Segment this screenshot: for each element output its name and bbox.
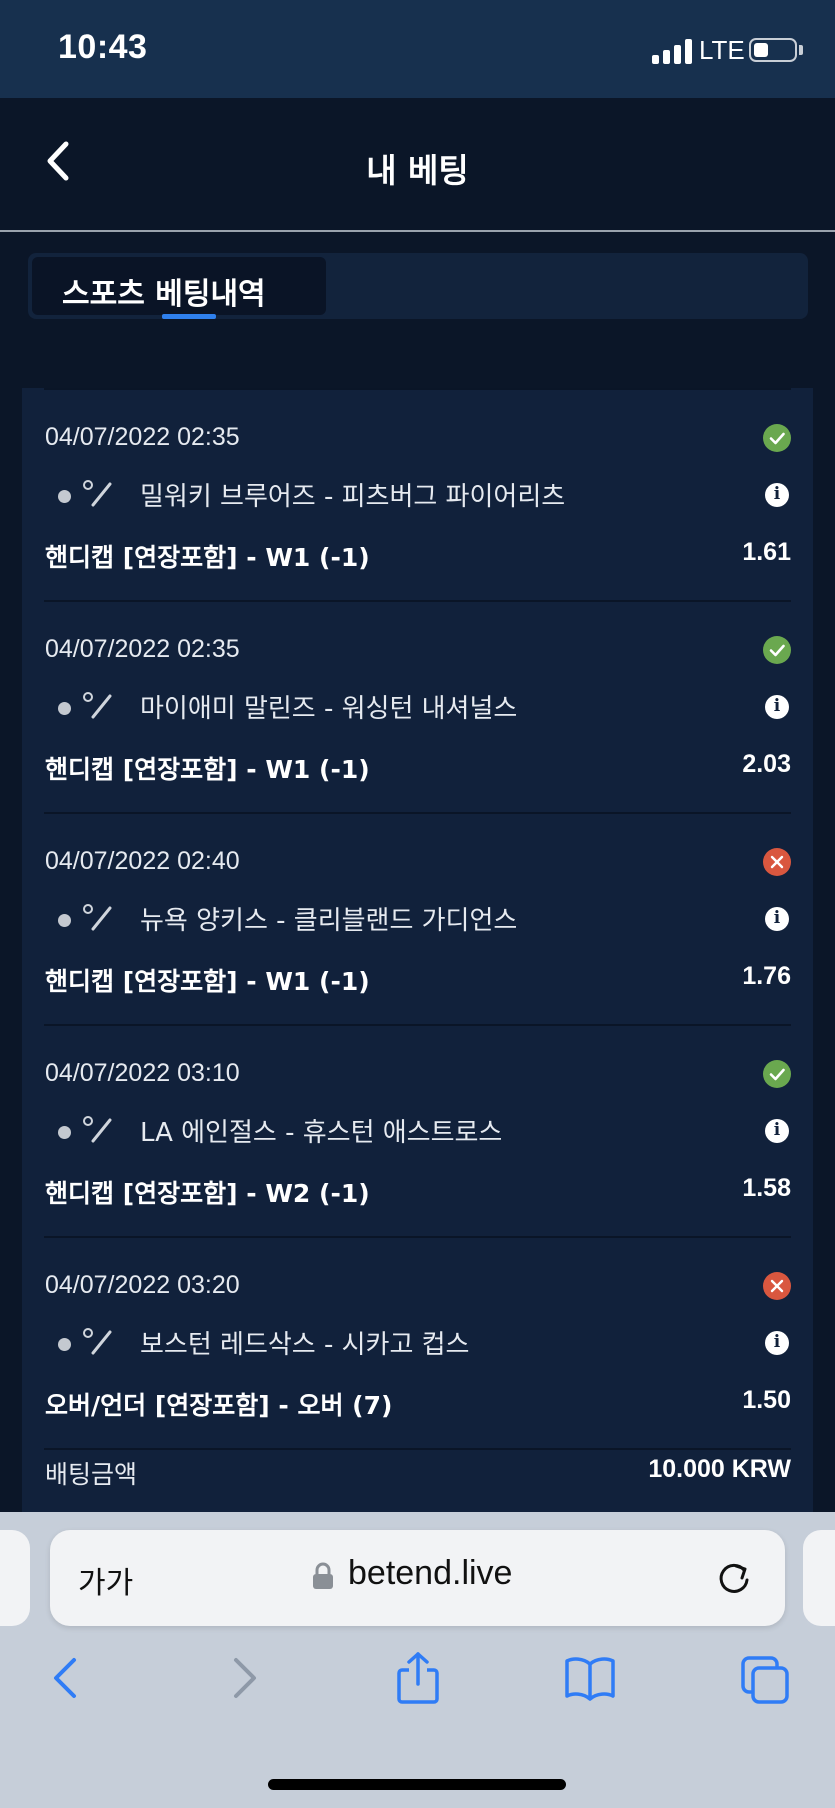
tab-sports-bet-history[interactable]: 스포츠 베팅내역 (32, 257, 326, 319)
bet-market: 핸디캡 [연장포함] - W1 (-1) (45, 543, 370, 572)
bet-item[interactable]: 04/07/2022 03:10 LA 에인절스 - 휴스턴 애스트로스 i 핸디캡 … (22, 1024, 813, 1236)
browser-toolbar: 가가 betend.live (0, 1512, 835, 1808)
tab-active-indicator (162, 314, 216, 319)
live-dot (58, 914, 71, 927)
bet-market: 핸디캡 [연장포함] - W2 (-1) (45, 1179, 370, 1208)
lock-icon (313, 1562, 333, 1589)
bet-date: 04/07/2022 02:35 (45, 635, 240, 663)
network-label: LTE (699, 35, 745, 65)
live-dot (58, 1126, 71, 1139)
stake-label: 배팅금액 (45, 1460, 138, 1489)
check-circle-icon (763, 636, 791, 664)
x-circle-icon (763, 1272, 791, 1300)
browser-back-icon[interactable] (40, 1652, 90, 1704)
share-icon[interactable] (393, 1652, 443, 1704)
live-dot (58, 1338, 71, 1351)
bet-divider (44, 388, 791, 390)
match-name: LA 에인절스 - 휴스턴 애스트로스 (140, 1118, 503, 1148)
info-icon[interactable]: i (765, 483, 789, 507)
tabs-bar: 스포츠 베팅내역 (28, 253, 808, 319)
signal-icon (652, 38, 694, 64)
bookmarks-icon[interactable] (565, 1652, 615, 1704)
stake-value: 10.000 KRW (648, 1455, 791, 1483)
home-indicator (268, 1779, 566, 1790)
match-name: 밀워키 브루어즈 - 피츠버그 파이어리츠 (140, 482, 566, 512)
battery-icon (749, 38, 797, 62)
baseball-icon (83, 480, 112, 507)
page-title: 내 베팅 (366, 151, 469, 190)
live-dot (58, 702, 71, 715)
bet-odds: 1.50 (742, 1386, 791, 1414)
bet-date: 04/07/2022 02:40 (45, 847, 240, 875)
check-circle-icon (763, 424, 791, 452)
live-dot (58, 490, 71, 503)
text-size-button[interactable]: 가가 (78, 1558, 133, 1602)
battery-tip (799, 45, 803, 55)
reload-icon[interactable] (714, 1558, 754, 1598)
bet-odds: 1.76 (742, 962, 791, 990)
baseball-icon (83, 692, 112, 719)
bet-list-panel: 04/07/2022 02:35 밀워키 브루어즈 - 피츠버그 파이어리츠 i 핸디… (22, 388, 813, 1512)
match-name: 마이애미 말린즈 - 워싱턴 내셔널스 (140, 694, 518, 724)
bet-divider (44, 1448, 791, 1450)
bet-odds: 2.03 (742, 750, 791, 778)
bet-divider (44, 812, 791, 814)
bet-market: 오버/언더 [연장포함] - 오버 (7) (45, 1391, 393, 1420)
match-name: 보스턴 레드삭스 - 시카고 컵스 (140, 1330, 470, 1360)
match-name: 뉴욕 양키스 - 클리블랜드 가디언스 (140, 906, 518, 936)
tab-label: 스포츠 베팅내역 (62, 277, 266, 312)
baseball-icon (83, 1116, 112, 1143)
bet-date: 04/07/2022 02:35 (45, 423, 240, 451)
bet-date: 04/07/2022 03:10 (45, 1059, 240, 1087)
page-header: 내 베팅 (0, 98, 835, 232)
tabs-icon[interactable] (741, 1652, 791, 1704)
bet-market: 핸디캡 [연장포함] - W1 (-1) (45, 967, 370, 996)
bet-divider (44, 1236, 791, 1238)
check-circle-icon (763, 1060, 791, 1088)
bet-item[interactable]: 04/07/2022 03:20 보스턴 레드삭스 - 시카고 컵스 i 오버/언더 … (22, 1236, 813, 1448)
address-bar[interactable]: 가가 betend.live (50, 1530, 785, 1626)
bet-item[interactable]: 04/07/2022 02:35 마이애미 말린즈 - 워싱턴 내셔널스 i 핸디캡 … (22, 600, 813, 812)
baseball-icon (83, 1328, 112, 1355)
bet-date: 04/07/2022 03:20 (45, 1271, 240, 1299)
baseball-icon (83, 904, 112, 931)
browser-forward-icon[interactable] (220, 1652, 270, 1704)
info-icon[interactable]: i (765, 1331, 789, 1355)
bet-divider (44, 1024, 791, 1026)
info-icon[interactable]: i (765, 907, 789, 931)
info-icon[interactable]: i (765, 1119, 789, 1143)
bet-odds: 1.61 (742, 538, 791, 566)
bet-odds: 1.58 (742, 1174, 791, 1202)
bet-divider (44, 600, 791, 602)
next-tab-preview[interactable] (803, 1530, 835, 1626)
status-bar: 10:43 LTE (0, 0, 835, 98)
previous-tab-preview[interactable] (0, 1530, 30, 1626)
status-time: 10:43 (58, 28, 148, 66)
bet-item[interactable]: 04/07/2022 02:35 밀워키 브루어즈 - 피츠버그 파이어리츠 i 핸디… (22, 388, 813, 600)
x-circle-icon (763, 848, 791, 876)
bet-item[interactable]: 04/07/2022 02:40 뉴욕 양키스 - 클리블랜드 가디언스 i 핸디캡 … (22, 812, 813, 1024)
bet-market: 핸디캡 [연장포함] - W1 (-1) (45, 755, 370, 784)
url-text[interactable]: betend.live (348, 1554, 512, 1593)
info-icon[interactable]: i (765, 695, 789, 719)
